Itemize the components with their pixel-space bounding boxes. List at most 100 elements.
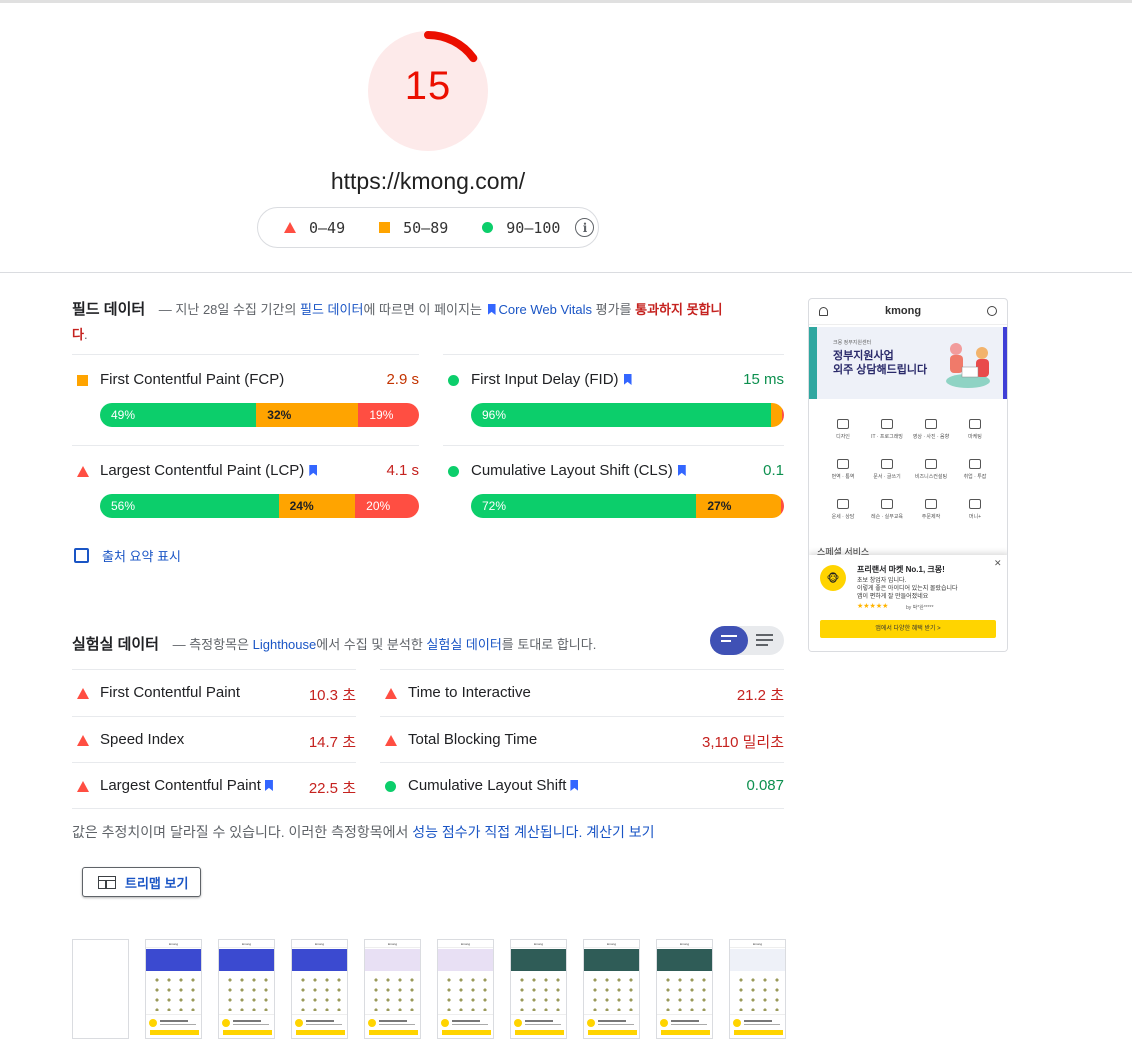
page-url: https://kmong.com/ — [330, 168, 526, 194]
score-calc-link[interactable]: 성능 점수가 직접 계산됩니다. — [412, 824, 582, 840]
bookmark-icon — [677, 465, 686, 476]
calculator-link[interactable]: 계산기 보기 — [586, 824, 654, 840]
lighthouse-link[interactable]: Lighthouse — [253, 637, 317, 652]
frame-popup-part — [295, 1019, 303, 1027]
banner-illustration — [946, 343, 990, 388]
frame-popup — [584, 1014, 639, 1038]
bookmark-icon — [570, 780, 579, 791]
metric-name: Cumulative Layout Shift — [408, 777, 581, 794]
metric-name: First Contentful Paint (FCP) — [100, 371, 285, 388]
filmstrip-frame: kmong — [364, 939, 421, 1039]
frame-popup-part — [661, 1030, 710, 1035]
score-value: 15 — [404, 64, 452, 108]
banner-line-1: 정부지원사업 — [833, 350, 894, 362]
popup-line-3: 앱이 편하게 잘 만들어졌네요 — [857, 594, 929, 600]
category-icon — [969, 419, 981, 429]
metric-view-toggle[interactable] — [710, 626, 784, 655]
metric-value: 22.5 초 — [308, 780, 356, 797]
preview-banner: 크몽 정부지원센터 정부지원사업 외주 상담해드립니다 — [809, 327, 1007, 399]
compact-view-button[interactable] — [710, 626, 748, 655]
frame-popup-part — [306, 1024, 342, 1025]
category-icon — [837, 459, 849, 469]
note-prefix: 값은 추정치이며 달라질 수 있습니다. 이러한 측정항목에서 — [72, 824, 409, 840]
frame-popup — [292, 1014, 347, 1038]
metric-name: Largest Contentful Paint — [100, 777, 276, 794]
banner-caption: 크몽 정부지원센터 — [833, 340, 872, 346]
category-label: 마케팅 — [968, 434, 982, 440]
lab-data-link[interactable]: 실험실 데이터 — [426, 637, 501, 652]
frame-popup-part — [452, 1024, 488, 1025]
frame-banner — [292, 949, 347, 971]
category-item: 운세 · 상담 — [823, 499, 863, 520]
frame-popup-part — [671, 1020, 699, 1022]
bar-average: 24% — [278, 494, 356, 518]
field-desc-prefix: — 지난 28일 수집 기간의 — [158, 302, 297, 317]
popup-title: 프리랜서 마켓 No.1, 크몽! — [857, 565, 945, 574]
treemap-button[interactable]: 트리맵 보기 — [82, 867, 201, 897]
category-label: 레슨 · 실무교육 — [870, 514, 904, 520]
frame-popup — [365, 1014, 420, 1038]
frame-banner — [584, 949, 639, 971]
filmstrip-frame: kmong — [656, 939, 713, 1039]
metric-value: 21.2 초 — [736, 687, 784, 704]
lab-metric-si: Speed Index 14.7 초 — [72, 716, 356, 763]
triangle-icon — [77, 688, 89, 699]
metric-name: Total Blocking Time — [408, 731, 538, 748]
app-promo-popup: 🐵 프리랜서 마켓 No.1, 크몽! 초보 창업자 입니다. 이렇게 좋은 아… — [809, 555, 1007, 651]
frame-popup — [219, 1014, 274, 1038]
legend-average: 50–89 — [379, 219, 448, 237]
metric-value: 0.1 — [763, 462, 784, 479]
core-web-vitals-link[interactable]: Core Web Vitals — [499, 302, 592, 317]
distribution-bar: 49% 32% 19% — [100, 403, 419, 427]
origin-summary-toggle[interactable]: 출처 요약 표시 — [74, 546, 181, 565]
lab-divider — [72, 808, 784, 809]
metric-name-text: Cumulative Layout Shift (CLS) — [471, 462, 673, 479]
bar-good: 49% — [100, 403, 257, 427]
field-data-link[interactable]: 필드 데이터 — [300, 302, 363, 317]
square-icon — [379, 222, 391, 233]
circle-icon — [385, 781, 396, 792]
metric-name: First Input Delay (FID) — [471, 371, 635, 388]
frame-popup-part — [671, 1024, 707, 1025]
category-icon — [925, 499, 937, 509]
top-border — [0, 0, 1132, 3]
frame-popup-part — [733, 1019, 741, 1027]
filmstrip-frame: kmong — [510, 939, 567, 1039]
frame-logo: kmong — [511, 940, 566, 948]
metric-value: 10.3 초 — [308, 687, 356, 704]
field-data-title: 필드 데이터 — [72, 301, 146, 318]
bell-icon — [819, 307, 828, 316]
frame-popup-part — [222, 1019, 230, 1027]
filmstrip-frame — [72, 939, 129, 1039]
frame-category-icons — [735, 975, 780, 1011]
checkbox-icon[interactable] — [74, 548, 89, 563]
frame-popup-part — [442, 1030, 491, 1035]
category-item: 마케팅 — [955, 419, 995, 440]
frame-category-icons — [297, 975, 342, 1011]
square-icon — [77, 375, 88, 386]
bookmark-icon — [487, 304, 496, 315]
frame-popup-part — [514, 1019, 522, 1027]
banner-line-2: 외주 상담해드립니다 — [833, 364, 928, 376]
metric-value: 2.9 s — [386, 371, 419, 388]
frame-logo: kmong — [438, 940, 493, 948]
category-icon — [881, 499, 893, 509]
frame-banner — [219, 949, 274, 971]
popup-line-2: 이렇게 좋은 아이디어 있는지 몰랐습니다 — [857, 586, 958, 592]
star-rating: ★★★★★ — [857, 603, 889, 610]
filmstrip-frame: kmong — [145, 939, 202, 1039]
info-icon[interactable]: i — [575, 218, 595, 237]
list-expanded-icon[interactable] — [756, 634, 773, 646]
category-item: IT · 프로그래밍 — [867, 419, 907, 440]
triangle-icon — [77, 781, 89, 792]
filmstrip-frame: kmong — [218, 939, 275, 1039]
frame-popup-part — [369, 1030, 418, 1035]
triangle-icon — [284, 222, 296, 233]
frame-category-icons — [589, 975, 634, 1011]
triangle-icon — [77, 466, 89, 477]
category-label: 디자인 — [836, 434, 850, 440]
category-icon — [881, 459, 893, 469]
category-item: 디자인 — [823, 419, 863, 440]
category-item: 머니+ — [955, 499, 995, 520]
frame-category-icons — [443, 975, 488, 1011]
